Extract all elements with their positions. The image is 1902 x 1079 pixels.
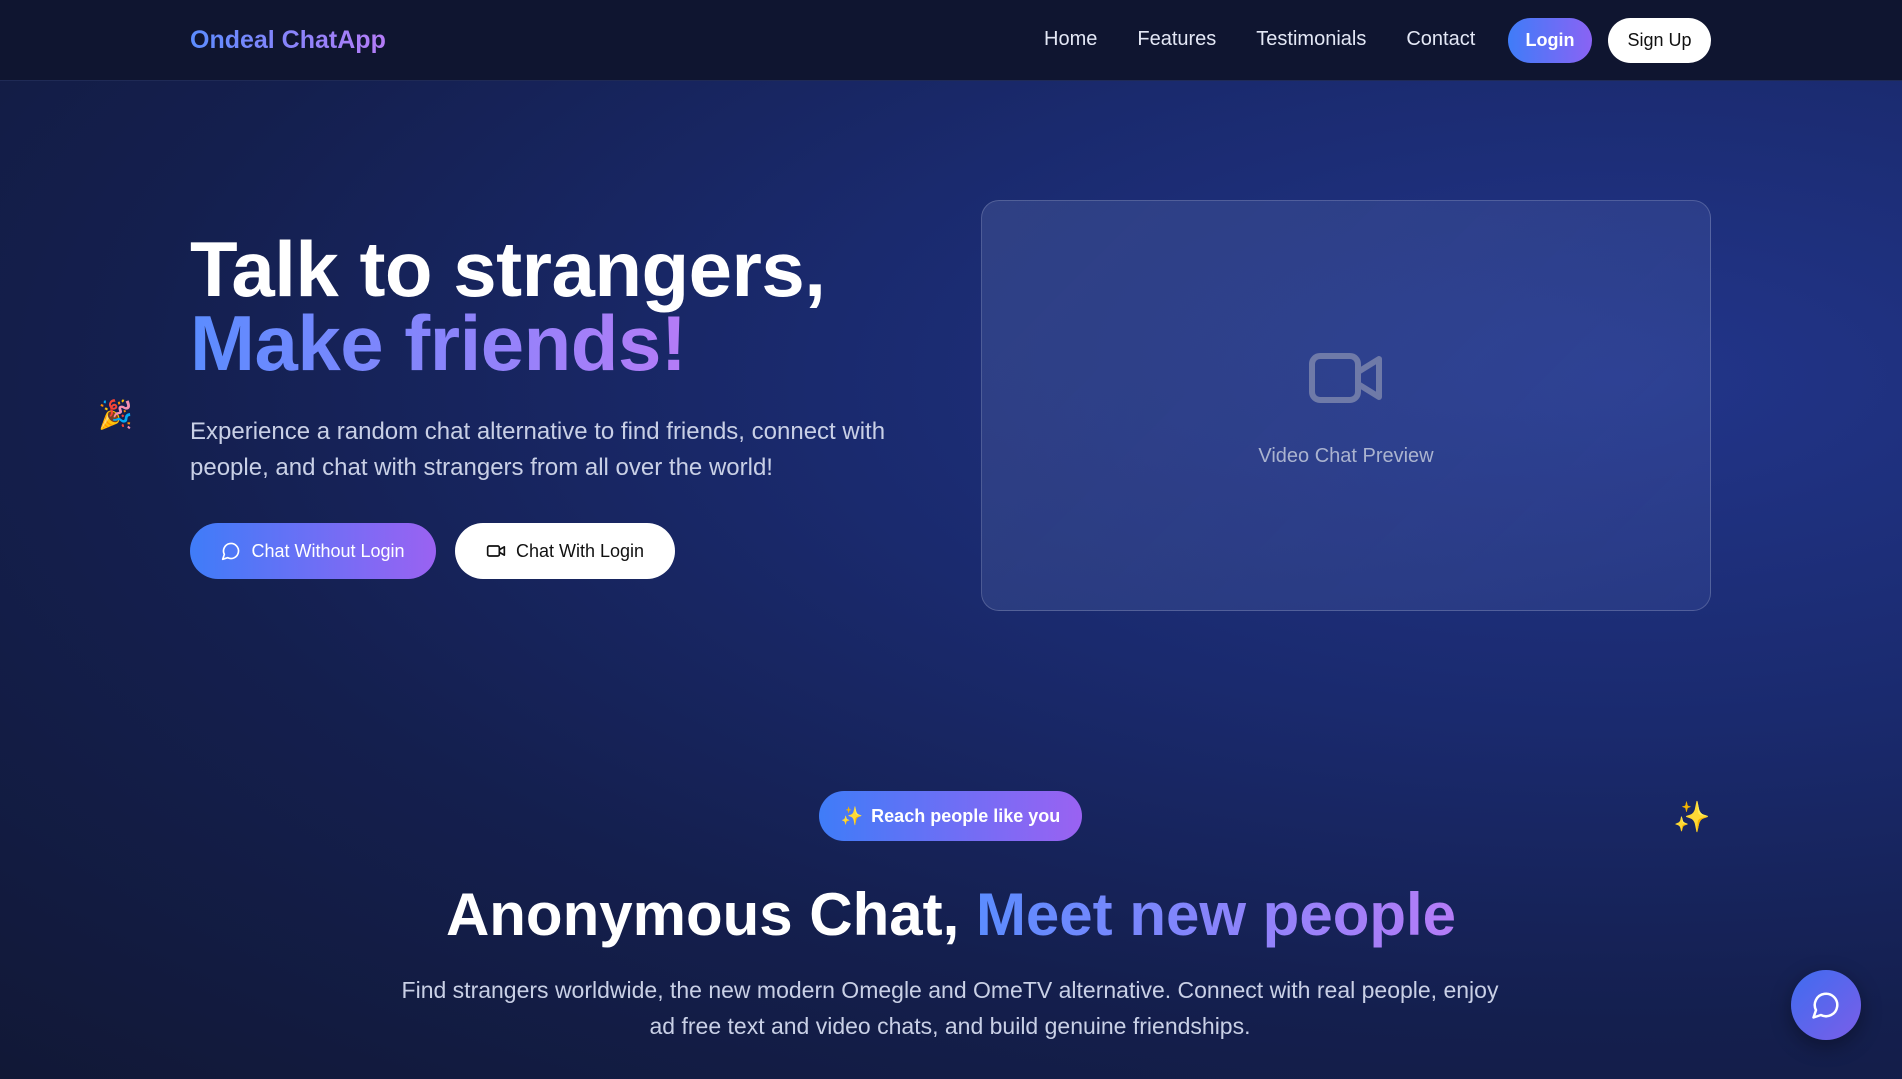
nav-link-home[interactable]: Home <box>1044 28 1097 51</box>
chat-bubble-icon <box>222 542 240 561</box>
login-button[interactable]: Login <box>1508 18 1592 63</box>
chat-with-login-label: Chat With Login <box>515 540 645 561</box>
navbar: Ondeal ChatApp Home Features Testimonial… <box>0 0 1902 81</box>
video-chat-preview-label: Video Chat Preview <box>1258 445 1434 467</box>
sparkles-icon: ✨ <box>840 805 864 827</box>
hero-title: Talk to strangers, Make friends! <box>190 230 826 387</box>
nav-links: Home Features Testimonials Contact <box>1044 28 1475 51</box>
reach-people-label: Reach people like you <box>871 805 1061 826</box>
chat-bubble-icon <box>1812 992 1839 1019</box>
section-subtitle: Find strangers worldwide, the new modern… <box>401 977 1499 1039</box>
section-title-accent: Meet new people <box>975 881 1457 948</box>
signup-button[interactable]: Sign Up <box>1608 18 1711 63</box>
section-title: Anonymous Chat, Meet new people <box>0 880 1902 950</box>
chat-fab-button[interactable] <box>1791 970 1861 1040</box>
nav-link-testimonials[interactable]: Testimonials <box>1256 28 1366 51</box>
nav-link-features[interactable]: Features <box>1137 28 1216 51</box>
brand-logo[interactable]: Ondeal ChatApp <box>190 26 386 55</box>
video-camera-icon <box>1309 353 1382 403</box>
hero-title-line2: Make friends! <box>190 299 687 387</box>
nav-link-contact[interactable]: Contact <box>1406 28 1475 51</box>
video-camera-icon <box>486 545 506 557</box>
video-chat-preview: Video Chat Preview <box>981 200 1711 611</box>
sparkles-icon: ✨ <box>1673 800 1711 835</box>
chat-without-login-button[interactable]: Chat Without Login <box>190 523 436 579</box>
chat-with-login-button[interactable]: Chat With Login <box>455 523 675 579</box>
reach-people-badge: ✨ Reach people like you <box>819 791 1082 841</box>
hero-subtitle: Experience a random chat alternative to … <box>190 418 886 481</box>
party-popper-icon: 🎉 <box>98 398 133 431</box>
section-title-plain: Anonymous Chat, <box>445 881 960 948</box>
chat-without-login-label: Chat Without Login <box>251 540 405 561</box>
